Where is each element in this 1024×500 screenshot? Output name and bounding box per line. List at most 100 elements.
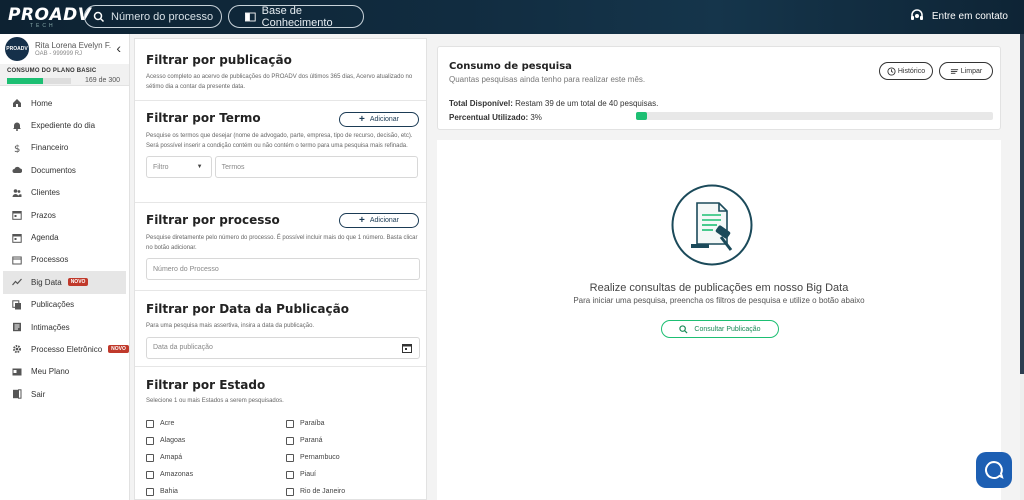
sidebar-item-label: Prazos <box>31 210 56 220</box>
plan-progress-fill <box>7 77 44 84</box>
add-termo-label: Adicionar <box>369 116 400 123</box>
contact-label: Entre em contato <box>931 10 1008 22</box>
total-text: Restam 39 de um total de 40 pesquisas. <box>515 99 659 108</box>
cloud-icon <box>12 165 22 175</box>
checkbox[interactable] <box>286 436 294 445</box>
usage-progress-fill <box>636 112 647 120</box>
calendar-icon[interactable] <box>402 343 412 353</box>
plan-title: CONSUMO DO PLANO BASIC <box>7 68 97 74</box>
estado-label: Paraíba <box>300 420 325 427</box>
checkbox[interactable] <box>146 487 154 496</box>
limpar-button[interactable]: Limpar <box>939 62 993 80</box>
processo-input[interactable]: Número do Processo <box>146 258 420 280</box>
sidebar-menu: Home Expediente do dia $ Financeiro Document… <box>0 92 129 405</box>
estado-checkbox-bahia[interactable]: Bahia <box>146 486 286 498</box>
filter-data-section: Filtrar por Data da Publicação Para uma … <box>135 291 426 367</box>
estado-label: Pernambuco <box>300 454 340 461</box>
process-search-input[interactable] <box>111 10 221 23</box>
estado-checkbox-paraiba[interactable]: Paraíba <box>286 418 426 430</box>
filter-title: Filtrar por publicação <box>146 53 292 67</box>
estado-label: Amazonas <box>160 471 194 478</box>
sidebar-item-intimacoes[interactable]: Intimações <box>0 316 129 338</box>
estado-label: Amapá <box>160 454 183 461</box>
historico-button[interactable]: Histórico <box>879 62 933 80</box>
chart-icon <box>12 277 22 287</box>
user-card[interactable]: PROADV Rita Lorena Evelyn F. OAB - 99999… <box>0 34 129 64</box>
limpar-label: Limpar <box>960 67 983 75</box>
checkbox[interactable] <box>146 453 154 462</box>
add-termo-button[interactable]: + Adicionar <box>339 112 419 127</box>
checkbox[interactable] <box>146 419 154 428</box>
estado-checkbox-acre[interactable]: Acre <box>146 418 286 430</box>
eraser-lines-icon <box>950 68 958 74</box>
history-icon <box>887 66 896 76</box>
sidebar-item-documentos[interactable]: Documentos <box>0 159 129 181</box>
chat-button[interactable] <box>976 452 1012 488</box>
termo-input[interactable]: Termos <box>214 156 418 178</box>
contact-button[interactable]: Entre em contato <box>910 9 1008 23</box>
estado-checkbox-amapa[interactable]: Amapá <box>146 452 286 464</box>
process-search[interactable] <box>84 5 222 28</box>
search-icon <box>679 324 688 334</box>
logo-subtext: TECH <box>30 23 56 29</box>
chat-bubble-icon <box>985 460 1004 479</box>
card-icon <box>12 367 22 377</box>
sidebar-item-agenda[interactable]: Agenda <box>0 226 129 248</box>
sidebar-item-expediente-do-dia[interactable]: Expediente do dia <box>0 114 129 136</box>
filter-intro: Filtrar por publicação Acesso completo a… <box>135 39 426 101</box>
new-badge: NOVO <box>108 345 129 354</box>
checkbox[interactable] <box>286 453 294 462</box>
checkbox[interactable] <box>286 487 294 496</box>
consumo-subtitle: Quantas pesquisas ainda tenho para reali… <box>449 75 646 84</box>
estado-desc: Selecione 1 ou mais Estados a serem pesq… <box>146 398 284 404</box>
sidebar-item-label: Publicações <box>31 300 75 310</box>
filter-processo-section: Filtrar por processo + Adicionar Pesquise… <box>135 203 426 291</box>
estado-checkbox-amazonas[interactable]: Amazonas <box>146 469 286 481</box>
sidebar-item-label: Agenda <box>31 233 59 243</box>
estado-checkbox-parana[interactable]: Paraná <box>286 435 426 447</box>
sidebar-item-clientes[interactable]: Clientes <box>0 182 129 204</box>
estado-checkbox-rio-de-janeiro[interactable]: Rio de Janeiro <box>286 486 426 498</box>
sidebar-item-label: Documentos <box>31 165 76 175</box>
sidebar-item-financeiro[interactable]: $ Financeiro <box>0 137 129 159</box>
consultar-publicacao-button[interactable]: Consultar Publicação <box>661 320 779 338</box>
sidebar-item-sair[interactable]: Sair <box>0 383 129 405</box>
users-icon <box>12 188 22 198</box>
logo[interactable]: PROADV TECH <box>8 5 92 29</box>
sidebar-item-processos[interactable]: Processos <box>0 249 129 271</box>
sidebar-item-prazos[interactable]: Prazos <box>0 204 129 226</box>
estado-label: Piauí <box>300 471 316 478</box>
chevron-left-icon[interactable]: ‹ <box>116 40 121 56</box>
checkbox[interactable] <box>146 436 154 445</box>
plan-count: 169 de 300 <box>85 77 121 84</box>
logo-text: PROADV <box>8 5 92 25</box>
checkbox[interactable] <box>146 470 154 479</box>
estado-label: Acre <box>160 420 175 427</box>
estado-checkbox-piaui[interactable]: Piauí <box>286 469 426 481</box>
termo-filter-select[interactable]: Filtro ▼ <box>146 156 212 178</box>
sidebar-item-home[interactable]: Home <box>0 92 129 114</box>
sidebar-item-label: Big Data <box>31 277 62 287</box>
list-icon <box>12 322 22 332</box>
folder-icon <box>12 255 22 265</box>
sidebar-item-big-data[interactable]: Big Data NOVO <box>3 271 126 294</box>
scrollbar-thumb[interactable] <box>1020 34 1024 374</box>
percentual-utilizado: Percentual Utilizado: 3% <box>449 113 542 122</box>
add-processo-button[interactable]: + Adicionar <box>339 213 419 228</box>
book-icon <box>245 12 256 21</box>
checkbox[interactable] <box>286 470 294 479</box>
consumo-title: Consumo de pesquisa <box>449 61 572 72</box>
knowledge-base-label: Base de Conhecimento <box>261 4 333 29</box>
checkbox[interactable] <box>286 419 294 428</box>
sidebar-item-label: Sair <box>31 389 46 399</box>
estado-checkbox-alagoas[interactable]: Alagoas <box>146 435 286 447</box>
sidebar-item-publicacoes[interactable]: Publicações <box>0 294 129 316</box>
estado-checkbox-pernambuco[interactable]: Pernambuco <box>286 452 426 464</box>
sidebar-item-processo-eletronico[interactable]: Processo Eletrônico NOVO <box>0 338 129 360</box>
empty-subtitle: Para iniciar uma pesquisa, preencha os f… <box>573 296 865 305</box>
total-disponivel: Total Disponível: Restam 39 de um total … <box>449 99 658 108</box>
sidebar-item-meu-plano[interactable]: Meu Plano <box>0 361 129 383</box>
data-input[interactable]: Data da publicação <box>146 336 420 359</box>
filter-desc: Acesso completo ao acervo de publicações… <box>146 74 413 90</box>
knowledge-base-button[interactable]: Base de Conhecimento <box>228 4 364 29</box>
